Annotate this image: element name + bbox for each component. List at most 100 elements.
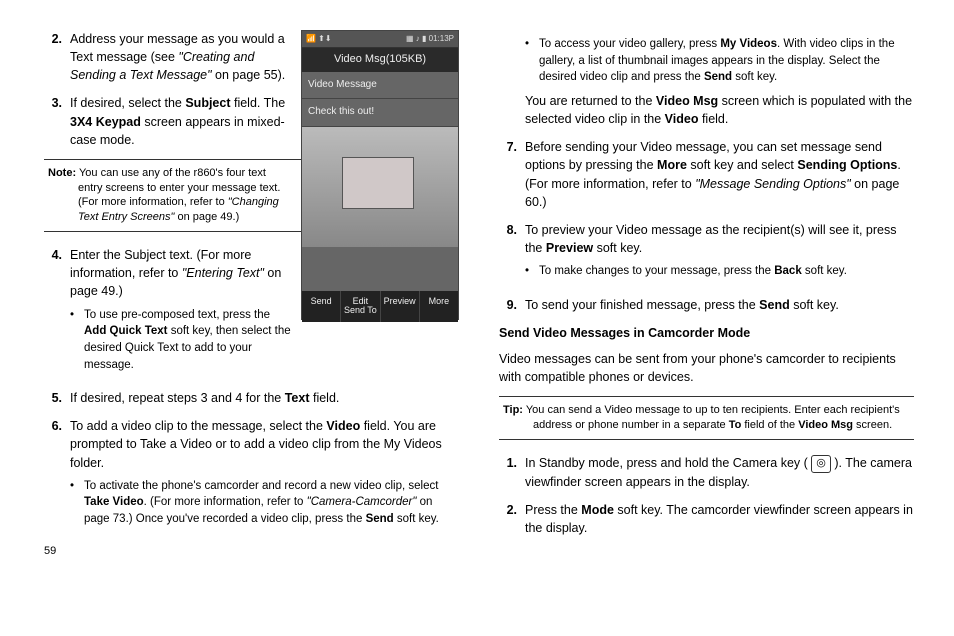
step-num: 2. (499, 501, 525, 537)
ref: "Entering Text" (182, 266, 264, 280)
tip-label: Tip: (503, 404, 523, 416)
t: . (For more information, refer to (144, 496, 307, 508)
t: You are returned to the (525, 94, 656, 108)
phone-softkeys: Send Edit Send To Preview More (302, 291, 458, 323)
b: Text (285, 391, 310, 405)
t: on page 55). (212, 68, 286, 82)
step-body: Before sending your Video message, you c… (525, 138, 914, 211)
sub-body: To activate the phone's camcorder and re… (84, 478, 459, 528)
phone-status-bar: 📶 ⬆⬇ ▦ ♪ ▮ 01:13P (302, 31, 458, 48)
t: In Standby mode, press and hold the Came… (525, 456, 811, 470)
phone-line-text: Check this out! (302, 99, 458, 127)
sub-body: To use pre-composed text, press the Add … (84, 307, 291, 374)
intro-para: Video messages can be sent from your pho… (499, 350, 914, 386)
b: Mode (581, 503, 614, 517)
right-list-2: 1. In Standby mode, press and hold the C… (499, 454, 914, 537)
bullet-icon: • (525, 263, 539, 280)
status-left: 📶 ⬆⬇ (306, 33, 332, 45)
step-body: To preview your Video message as the rec… (525, 221, 914, 286)
b: To (729, 419, 742, 431)
phone-screenshot: 📶 ⬆⬇ ▦ ♪ ▮ 01:13P Video Msg(105KB) Video… (301, 30, 459, 320)
step-3: 3. If desired, select the Subject field.… (44, 94, 291, 148)
step-body: Press the Mode soft key. The camcorder v… (525, 501, 914, 537)
ref: "Camera-Camcorder" (307, 496, 417, 508)
step-num: 1. (499, 454, 525, 491)
b: My Videos (720, 38, 777, 50)
bullet-icon: • (525, 36, 539, 86)
t: To use pre-composed text, press the (84, 309, 270, 321)
sub-body: To access your video gallery, press My V… (539, 36, 914, 86)
b: Video (665, 112, 699, 126)
b: Video Msg (656, 94, 718, 108)
right-list: 7. Before sending your Video message, yo… (499, 138, 914, 314)
page-number: 59 (44, 544, 459, 560)
step-body: If desired, select the Subject field. Th… (70, 94, 291, 148)
left-column: 📶 ⬆⬇ ▦ ♪ ▮ 01:13P Video Msg(105KB) Video… (44, 30, 459, 560)
right-column: • To access your video gallery, press My… (499, 30, 914, 560)
step-body: In Standby mode, press and hold the Came… (525, 454, 914, 491)
phone-title: Video Msg(105KB) (302, 48, 458, 72)
step-4: 4. Enter the Subject text. (For more inf… (44, 246, 291, 379)
step-num: 3. (44, 94, 70, 148)
sub-body: To make changes to your message, press t… (539, 263, 847, 280)
cam-step-2: 2. Press the Mode soft key. The camcorde… (499, 501, 914, 537)
t: field. The (231, 96, 286, 110)
b: Back (774, 265, 802, 277)
t: To activate the phone's camcorder and re… (84, 480, 438, 492)
softkey-preview: Preview (381, 291, 420, 323)
softkey-send: Send (302, 291, 341, 323)
bullet-icon: • (70, 478, 84, 528)
b: 3X4 Keypad (70, 115, 141, 129)
step-num: 9. (499, 296, 525, 314)
step-7: 7. Before sending your Video message, yo… (499, 138, 914, 211)
step-body: Address your message as you would a Text… (70, 30, 291, 84)
t: soft key and select (687, 158, 797, 172)
camera-key-icon: ◎ (811, 455, 831, 473)
softkey-more: More (420, 291, 458, 323)
b: Subject (185, 96, 230, 110)
t: soft key. (790, 298, 839, 312)
note-label: Note: (48, 167, 76, 179)
step-6-sub: • To activate the phone's camcorder and … (70, 478, 459, 528)
step-6: 6. To add a video clip to the message, s… (44, 417, 459, 533)
t: To make changes to your message, press t… (539, 265, 774, 277)
step-9: 9. To send your finished message, press … (499, 296, 914, 314)
t: soft key. (732, 71, 777, 83)
bullet-icon: • (70, 307, 84, 374)
step-num: 5. (44, 389, 70, 407)
step-num: 8. (499, 221, 525, 286)
t: If desired, repeat steps 3 and 4 for the (70, 391, 285, 405)
cam-step-1: 1. In Standby mode, press and hold the C… (499, 454, 914, 491)
t: soft key. (394, 513, 439, 525)
cont-sub: • To access your video gallery, press My… (525, 36, 914, 86)
t: screen. (853, 419, 892, 431)
t: To send your finished message, press the (525, 298, 759, 312)
b: Send (704, 71, 732, 83)
tip-body: Tip: You can send a Video message to up … (499, 403, 914, 433)
step-num: 6. (44, 417, 70, 533)
subheading: Send Video Messages in Camcorder Mode (499, 324, 914, 342)
t: field. (310, 391, 340, 405)
t: If desired, select the (70, 96, 185, 110)
softkey-edit-sendto: Edit Send To (341, 291, 380, 323)
b: Sending Options (797, 158, 897, 172)
step-2: 2. Address your message as you would a T… (44, 30, 291, 84)
t: soft key. (802, 265, 847, 277)
t: To access your video gallery, press (539, 38, 720, 50)
t: soft key. (593, 241, 642, 255)
step-8: 8. To preview your Video message as the … (499, 221, 914, 286)
phone-spacer (302, 247, 458, 291)
t: To add a video clip to the message, sele… (70, 419, 326, 433)
step-num: 2. (44, 30, 70, 84)
step-body: If desired, repeat steps 3 and 4 for the… (70, 389, 459, 407)
t: field of the (741, 419, 798, 431)
step-num: 4. (44, 246, 70, 379)
phone-frame: 📶 ⬆⬇ ▦ ♪ ▮ 01:13P Video Msg(105KB) Video… (301, 30, 459, 320)
b: Send (366, 513, 394, 525)
softkey-edit: Edit (353, 296, 369, 306)
t: Press the (525, 503, 581, 517)
b: Video (326, 419, 360, 433)
b: Video Msg (798, 419, 853, 431)
step-body: To send your finished message, press the… (525, 296, 914, 314)
return-para: You are returned to the Video Msg screen… (525, 92, 914, 128)
